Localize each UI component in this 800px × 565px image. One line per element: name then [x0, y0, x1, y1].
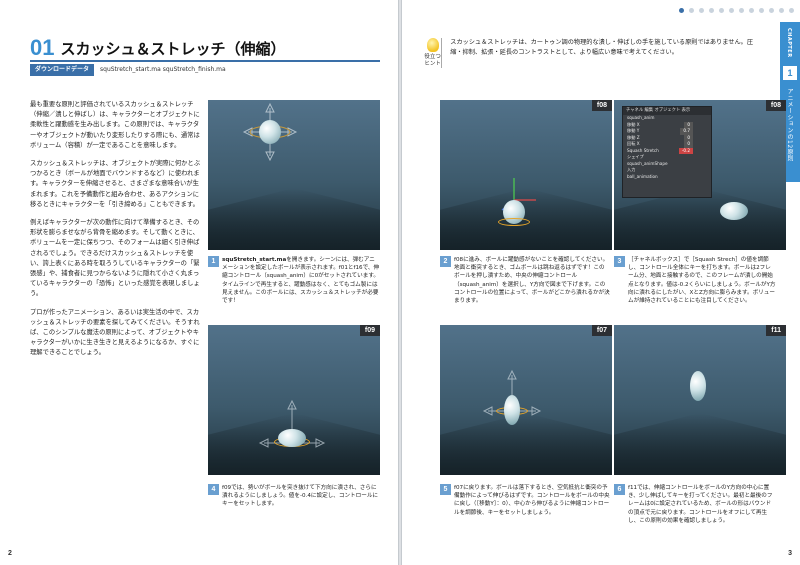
lightbulb-icon [426, 38, 439, 52]
chapter-label: CHAPTER [786, 28, 792, 58]
channel-box-panel: チャネル 編集 オブジェクト 表示 squash_anim 移動 X0 移動 Y… [622, 106, 712, 198]
file-name: squStretch_start.ma [222, 257, 287, 263]
move-manipulator-icon [242, 102, 298, 162]
viewport-screenshot-6: f11 [614, 325, 786, 475]
chapter-number: 1 [783, 66, 797, 80]
ball [278, 429, 306, 447]
ground-plane [614, 413, 786, 475]
viewport-screenshot-3: f08 チャネル 編集 オブジェクト 表示 squash_anim 移動 X0 … [614, 100, 786, 250]
frame-tag: f08 [765, 100, 786, 111]
progress-dot [689, 8, 694, 13]
step-caption: f09では、勢いがボールを突き抜けて下方向に潰され、さらに潰れるようにしましょう… [222, 485, 379, 508]
paragraph: 最も重要な原則と評価されているスカッシュ＆ストレッチ（伸縮／潰しと伸ばし）は、キ… [30, 101, 200, 149]
ball [690, 371, 706, 401]
progress-dot [679, 8, 684, 13]
step-caption: ［チャネルボックス］で［Squash Strech］の値を調節し、コントロール全… [628, 257, 776, 305]
ball [720, 202, 748, 220]
progress-dot [759, 8, 764, 13]
section-title: スカッシュ＆ストレッチ（伸縮） [60, 40, 286, 58]
page-number: 2 [8, 550, 12, 557]
move-manipulator-icon [258, 399, 326, 448]
viewport-screenshot-5: f07 [440, 325, 612, 475]
hint-box: 役立つヒント スカッシュ＆ストレッチは、カートゥン調の物理的な潰し・伸ばしの手を… [424, 38, 754, 68]
section-number: 01 [30, 35, 55, 60]
paragraph: スカッシュ＆ストレッチは、オブジェクトが実際に何かとぶつかるとき（ボールが地面で… [30, 160, 201, 208]
step-number: 3 [614, 256, 625, 267]
hint-icon-wrap: 役立つヒント [424, 38, 441, 68]
step-number: 6 [614, 484, 625, 495]
viewport-screenshot-1 [208, 100, 380, 250]
step-caption: f08に進み、ボールに躍動感がないことを確認してください。地面と衝突するとき、ゴ… [454, 257, 610, 305]
ball [504, 395, 520, 425]
download-label: ダウンロードデータ [30, 64, 95, 76]
progress-dot [739, 8, 744, 13]
progress-dot [719, 8, 724, 13]
body-text: 最も重要な原則と評価されているスカッシュ＆ストレッチ（伸縮／潰しと伸ばし）は、キ… [30, 100, 200, 367]
viewport-screenshot-4: f09 [208, 325, 380, 475]
hint-label: 役立つヒント [424, 54, 441, 67]
step-caption: f11では、伸縮コントロールをボールのY方向の中心に置き、少し伸ばしてキーを打っ… [628, 485, 773, 524]
channel-box-tabs[interactable]: チャネル 編集 オブジェクト 表示 [623, 107, 711, 115]
download-bar: ダウンロードデータ squStretch_start.ma squStretch… [30, 64, 226, 76]
page-progress-dots [679, 8, 794, 13]
step-caption: f07に戻ります。ボールは落下するとき、空気抵抗と衝突の予備動作によって伸びるは… [454, 485, 610, 516]
paragraph: プロが作ったアニメーション、あるいは実生活の中で、スカッシュ＆ストレッチの要素を… [30, 308, 200, 357]
progress-dot [749, 8, 754, 13]
viewport-screenshot-2: f08 [440, 100, 612, 250]
progress-dot [699, 8, 704, 13]
move-manipulator-icon [482, 369, 542, 416]
chapter-name: アニメーションの12原則 [786, 88, 793, 162]
progress-dot [779, 8, 784, 13]
caption-text: を開きます。シーンには、弾むアニメーションを設定したボールが表示されます。f01… [222, 257, 380, 305]
hint-text: スカッシュ＆ストレッチは、カートゥン調の物理的な潰し・伸ばしの手を施している原則… [441, 38, 754, 68]
download-files: squStretch_start.ma squStretch_finish.ma [100, 66, 226, 73]
step-number: 1 [208, 256, 219, 267]
step-number: 2 [440, 256, 451, 267]
paragraph: 例えばキャラクターが次の動作に向けて準備するとき、その形状を膨らませながら背骨を… [30, 219, 200, 298]
section-header: 01 スカッシュ＆ストレッチ（伸縮） [30, 36, 380, 62]
page-number: 3 [788, 550, 792, 557]
frame-tag: f11 [766, 325, 786, 336]
left-page: 01 スカッシュ＆ストレッチ（伸縮） ダウンロードデータ squStretch_… [0, 0, 398, 565]
right-page: CHAPTER 1 アニメーションの12原則 役立つヒント スカッシュ＆ストレッ… [402, 0, 800, 565]
progress-dot [789, 8, 794, 13]
channel-box-input-name: ball_animation [627, 173, 658, 179]
progress-dot [769, 8, 774, 13]
step-number: 4 [208, 484, 219, 495]
squash-control-ring [498, 218, 530, 226]
move-manipulator-icon [501, 178, 536, 211]
step-caption: squStretch_start.maを開きます。シーンには、弾むアニメーション… [222, 256, 380, 305]
step-number: 5 [440, 484, 451, 495]
ball [259, 120, 281, 144]
progress-dot [729, 8, 734, 13]
progress-dot [709, 8, 714, 13]
